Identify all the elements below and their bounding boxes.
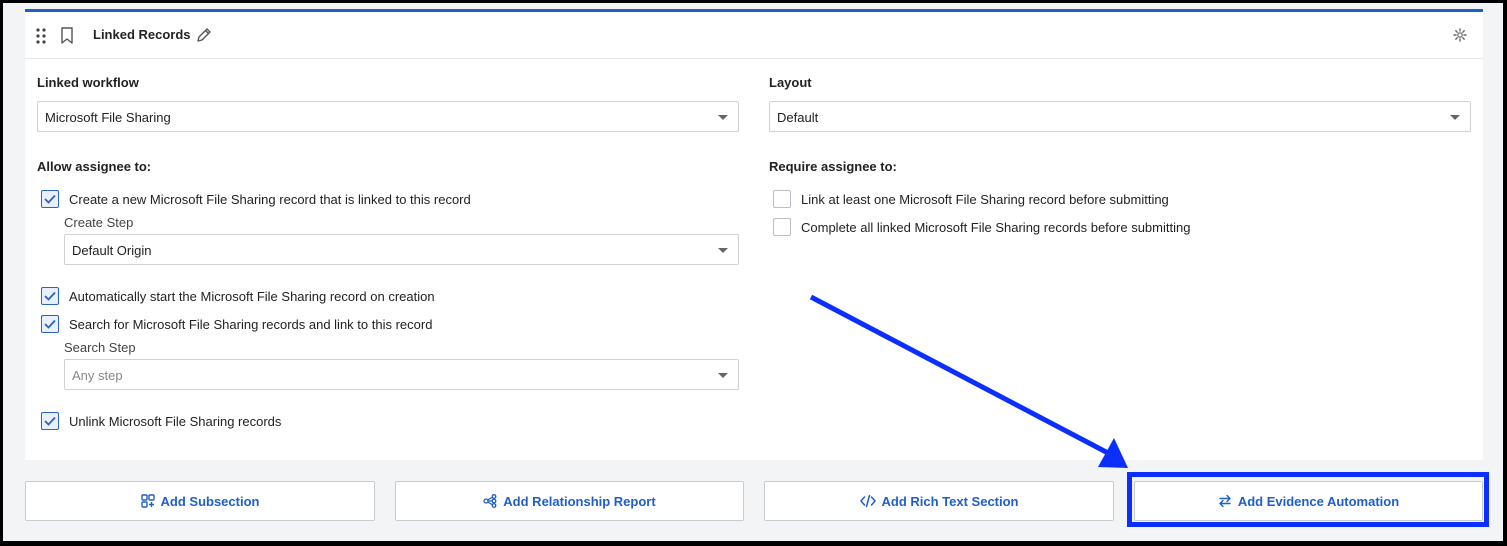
- annotation-arrow: [809, 294, 1128, 468]
